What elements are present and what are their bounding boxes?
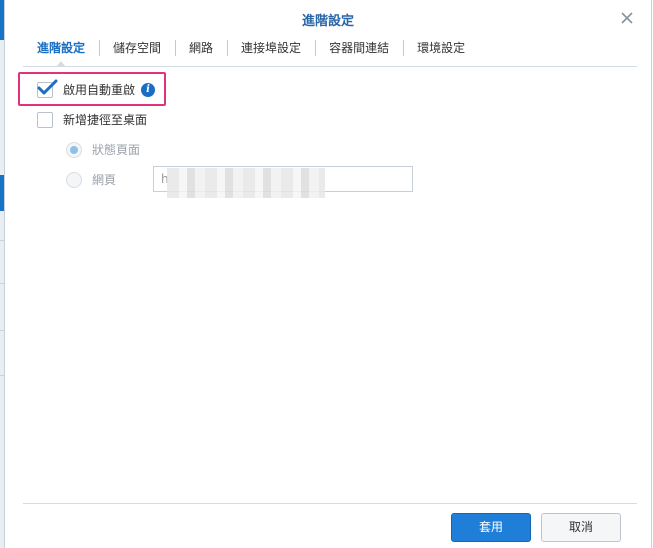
tab-environment[interactable]: 環境設定 xyxy=(403,36,479,66)
status-page-radio[interactable] xyxy=(66,141,82,158)
tab-storage[interactable]: 儲存空間 xyxy=(99,36,175,66)
tab-bar: 進階設定 儲存空間 網路 連接埠設定 容器間連結 環境設定 xyxy=(23,36,637,68)
auto-restart-label: 啟用自動重啟 xyxy=(63,83,136,97)
auto-restart-checkbox[interactable] xyxy=(37,79,58,98)
cancel-button[interactable]: 取消 xyxy=(541,513,621,542)
tab-label: 進階設定 xyxy=(37,41,86,55)
close-icon[interactable] xyxy=(619,10,635,26)
footer-divider xyxy=(23,503,637,504)
dialog-title: 進階設定 xyxy=(301,14,354,29)
apply-button[interactable]: 套用 xyxy=(451,513,531,542)
status-page-option: 狀態頁面 xyxy=(66,141,140,158)
web-page-radio[interactable] xyxy=(66,171,82,188)
desktop-shortcut-label: 新增捷徑至桌面 xyxy=(63,113,148,127)
tab-label: 環境設定 xyxy=(417,41,466,55)
web-page-label: 網頁 xyxy=(92,173,117,187)
auto-restart-option: 啟用自動重啟 i xyxy=(37,79,156,98)
desktop-shortcut-option: 新增捷徑至桌面 xyxy=(37,111,147,128)
tab-label: 連接埠設定 xyxy=(241,41,302,55)
dialog-titlebar: 進階設定 xyxy=(5,0,651,38)
tab-network[interactable]: 網路 xyxy=(175,36,227,66)
redacted-url xyxy=(167,168,325,198)
tab-links[interactable]: 容器間連結 xyxy=(315,36,403,66)
tab-label: 網路 xyxy=(189,41,214,55)
web-page-option: 網頁 xyxy=(66,171,116,188)
status-page-label: 狀態頁面 xyxy=(92,143,141,157)
tab-label: 儲存空間 xyxy=(113,41,162,55)
advanced-settings-dialog: 進階設定 進階設定 儲存空間 網路 連接埠設定 容器間連結 環境設定 啟用自動重… xyxy=(4,0,652,548)
tab-label: 容器間連結 xyxy=(329,41,390,55)
info-icon[interactable]: i xyxy=(141,82,156,97)
desktop-shortcut-checkbox[interactable] xyxy=(37,111,53,128)
tab-port-settings[interactable]: 連接埠設定 xyxy=(227,36,315,66)
tab-advanced-settings[interactable]: 進階設定 xyxy=(23,36,99,68)
